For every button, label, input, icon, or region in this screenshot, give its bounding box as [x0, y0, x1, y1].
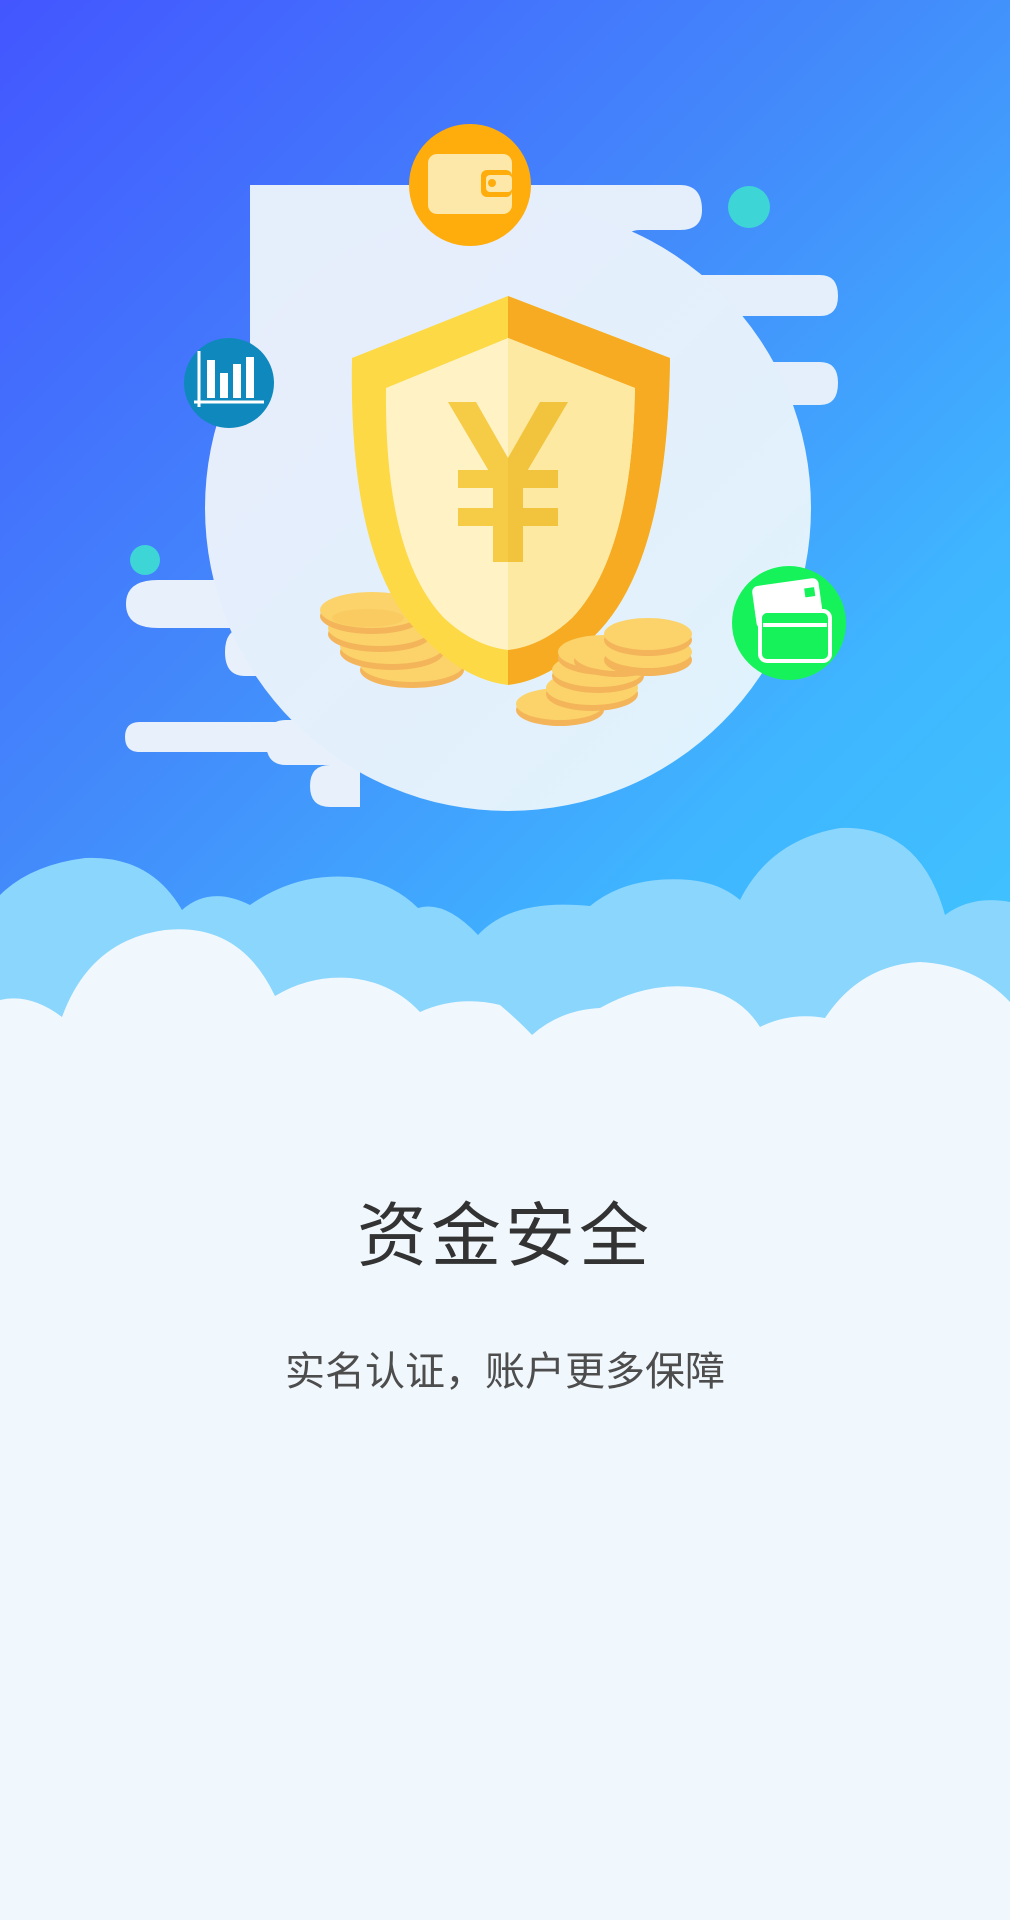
bar-chart-icon [184, 338, 274, 428]
cloud-divider [0, 827, 1010, 1220]
page-title: 资金安全 [357, 1195, 653, 1277]
wallet-icon [409, 124, 531, 246]
onboarding-screen: 资金安全 实名认证，账户更多保障 [0, 0, 1010, 1920]
accent-dot [728, 186, 770, 228]
page-subtitle: 实名认证，账户更多保障 [285, 1349, 725, 1395]
accent-dot [130, 545, 160, 575]
bank-card-icon [732, 566, 846, 680]
